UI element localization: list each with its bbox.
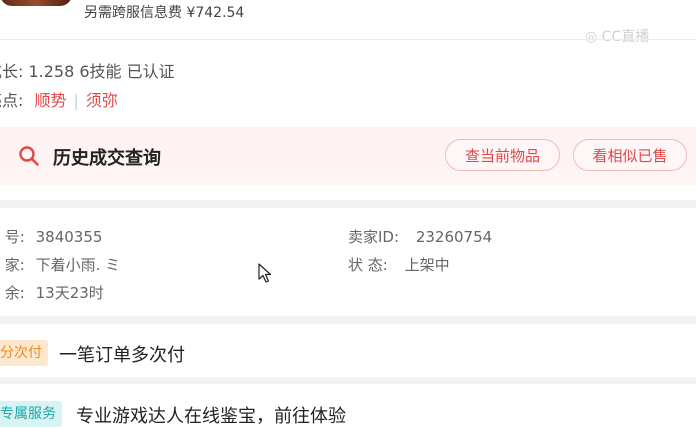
section-gap — [0, 316, 696, 324]
remaining-row: 剩 余: 13天23时 — [0, 282, 104, 303]
status-label: 状 态: — [348, 256, 388, 274]
watermark-text: CC直播 — [601, 29, 650, 45]
status-row: 状 态: 上架中 — [348, 254, 450, 275]
history-title: 历史成交查询 — [53, 148, 161, 169]
remaining-label: 剩 余: — [0, 284, 25, 302]
remaining-value: 13天23时 — [35, 284, 104, 302]
id-value: 3840355 — [35, 228, 103, 246]
traits-row: 亮点: 顺势 | 须弥 — [0, 87, 118, 111]
view-similar-sold-button[interactable]: 看相似已售 — [573, 139, 687, 171]
watermark: ◎ CC直播 — [585, 26, 649, 46]
section-gap — [0, 200, 696, 208]
seller-row: 卖 家: 下着小雨. ミ — [0, 254, 120, 275]
trait-link[interactable]: 顺势 — [35, 91, 67, 110]
installment-badge: 分次付 — [0, 340, 48, 366]
seller-value: 下着小雨. ミ — [35, 256, 121, 274]
status-value: 上架中 — [404, 256, 450, 274]
trait-link[interactable]: 须弥 — [86, 91, 118, 110]
watermark-logo-icon: ◎ — [585, 29, 598, 45]
growth-line: 成长: 1.258 6技能 已认证 — [0, 62, 175, 81]
cross-server-fee: 另需跨服信息费 ¥742.54 — [84, 5, 245, 21]
trait-separator: | — [73, 91, 79, 110]
seller-id-value: 23260754 — [415, 228, 493, 246]
installment-text[interactable]: 一笔订单多次付 — [59, 341, 185, 367]
seller-id-label: 卖家ID: — [348, 228, 400, 246]
id-row: 编 号: 3840355 — [0, 226, 102, 247]
section-gap — [0, 377, 696, 384]
exclusive-service-badge: 专属服务 — [0, 401, 62, 427]
seller-id-row: 卖家ID: 23260754 — [348, 226, 492, 247]
search-icon — [19, 146, 39, 166]
exclusive-service-text[interactable]: 专业游戏达人在线鉴宝，前往体验 — [76, 402, 346, 428]
id-label: 编 号: — [0, 228, 25, 246]
mouse-cursor-icon — [258, 263, 272, 283]
item-thumbnail — [0, 0, 72, 6]
traits-label: 亮点: — [0, 91, 24, 110]
seller-label: 卖 家: — [0, 256, 25, 274]
view-current-items-button[interactable]: 查当前物品 — [445, 139, 560, 171]
divider — [0, 39, 696, 40]
